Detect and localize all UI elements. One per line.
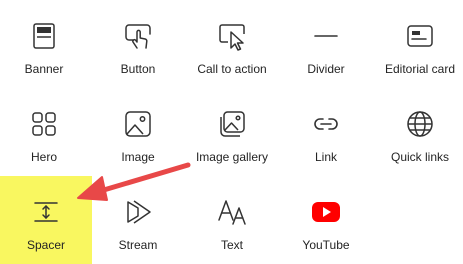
tile-image-gallery[interactable]: Image gallery <box>188 88 276 172</box>
tile-editorial-card[interactable]: Editorial card <box>376 0 463 84</box>
hero-icon <box>28 108 60 140</box>
tile-call-to-action[interactable]: Call to action <box>188 0 276 84</box>
tile-spacer[interactable]: Spacer <box>0 176 92 264</box>
tile-label: YouTube <box>302 238 350 252</box>
tile-label: Link <box>314 150 337 164</box>
tile-label: Text <box>220 238 243 252</box>
tile-label: Button <box>120 62 156 76</box>
tile-label: Quick links <box>390 150 449 164</box>
banner-icon <box>28 20 60 52</box>
tile-text[interactable]: Text <box>188 176 276 260</box>
globe-icon <box>404 108 436 140</box>
divider-icon <box>310 20 342 52</box>
image-gallery-icon <box>216 108 248 140</box>
tile-youtube[interactable]: YouTube <box>282 176 370 260</box>
tile-link[interactable]: Link <box>282 88 370 172</box>
tile-banner[interactable]: Banner <box>0 0 88 84</box>
tile-divider[interactable]: Divider <box>282 0 370 84</box>
spacer-icon <box>30 196 62 228</box>
stream-icon <box>122 196 154 228</box>
editorial-card-icon <box>404 20 436 52</box>
tile-label: Stream <box>118 238 158 252</box>
web-part-grid: Banner Button Call to action Divider Edi… <box>0 0 463 264</box>
tile-label: Image <box>121 150 155 164</box>
tile-label: Call to action <box>197 62 267 76</box>
tile-image[interactable]: Image <box>94 88 182 172</box>
tile-label: Image gallery <box>195 150 269 164</box>
link-icon <box>310 108 342 140</box>
tile-button[interactable]: Button <box>94 0 182 84</box>
tile-label: Editorial card <box>384 62 456 76</box>
button-pointer-icon <box>122 20 154 52</box>
youtube-icon <box>310 196 342 228</box>
tile-label: Divider <box>307 62 345 76</box>
call-to-action-icon <box>216 20 248 52</box>
tile-quick-links[interactable]: Quick links <box>376 88 463 172</box>
tile-stream[interactable]: Stream <box>94 176 182 260</box>
text-icon <box>216 196 248 228</box>
tile-hero[interactable]: Hero <box>0 88 88 172</box>
image-icon <box>122 108 154 140</box>
